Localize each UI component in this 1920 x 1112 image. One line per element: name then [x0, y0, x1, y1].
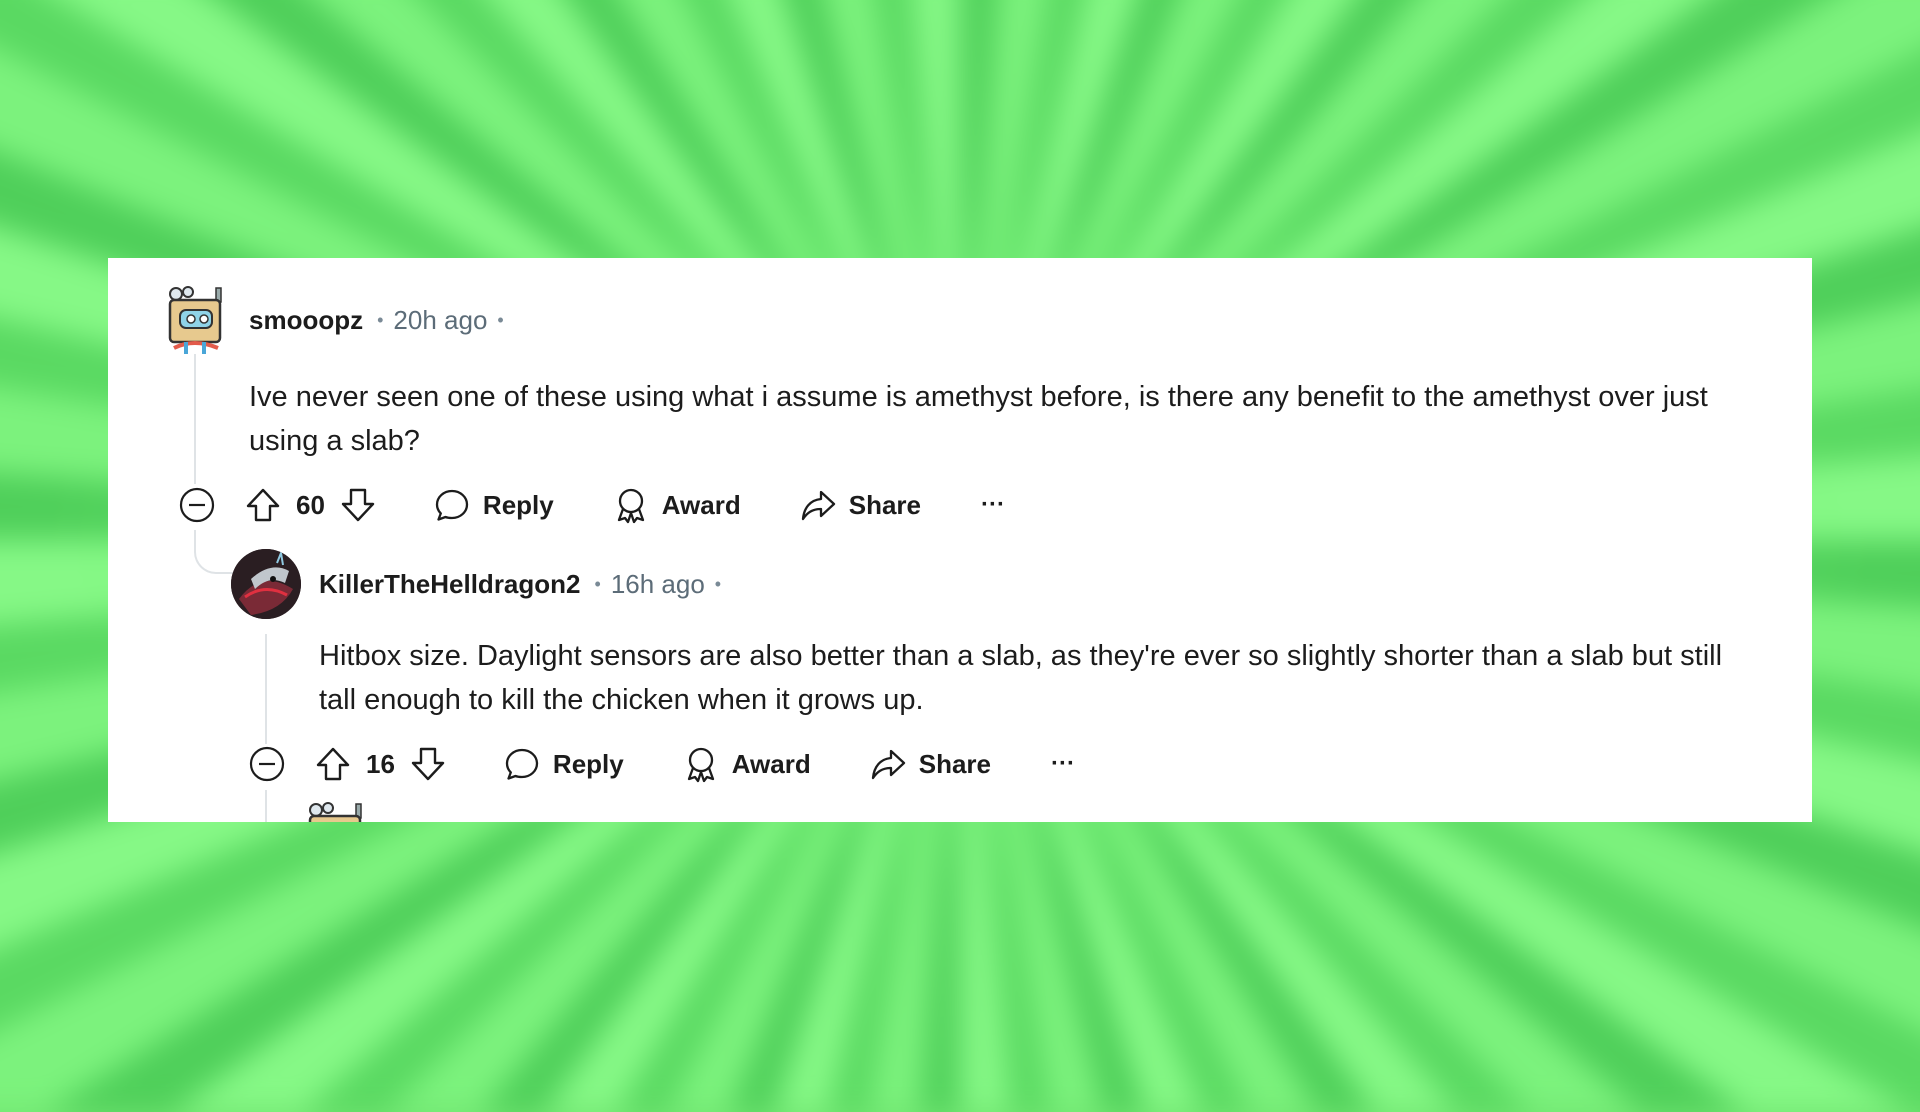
avatar[interactable] [304, 802, 366, 822]
thread-line-curve [194, 530, 236, 574]
reply-label: Reply [482, 489, 554, 520]
share-button[interactable]: Share [869, 745, 991, 783]
username[interactable]: smooopz [249, 305, 363, 336]
separator-dot: • [594, 573, 601, 594]
comment-meta: KillerTheHelldragon2 • 16h ago • [319, 564, 721, 604]
comment-actions: 16 Reply Award Share ··· [248, 742, 1075, 786]
avatar[interactable] [231, 549, 301, 619]
thread-line-reply [265, 634, 267, 744]
downvote-button[interactable] [339, 486, 377, 524]
thread-line-top [194, 354, 196, 484]
award-label: Award [661, 489, 741, 520]
collapse-thread-button[interactable] [178, 486, 216, 524]
timestamp[interactable]: 16h ago [611, 569, 705, 600]
avatar[interactable] [164, 286, 226, 356]
more-options-button[interactable]: ··· [1051, 750, 1075, 778]
downvote-button[interactable] [409, 745, 447, 783]
comment-bubble-icon [435, 489, 469, 521]
upvote-button[interactable] [244, 486, 282, 524]
reply-label: Reply [552, 748, 624, 779]
share-label: Share [918, 748, 991, 779]
username[interactable]: KillerTheHelldragon2 [319, 569, 581, 600]
comment-actions: 60 Reply Award Share ··· [178, 483, 1005, 527]
reply-button[interactable]: Reply [503, 745, 624, 783]
upvote-icon [246, 488, 280, 522]
award-button[interactable]: Award [612, 486, 741, 524]
comment-body: Ive never seen one of these using what i… [249, 381, 1708, 457]
award-label: Award [731, 748, 811, 779]
reply-button[interactable]: Reply [433, 486, 554, 524]
comment-bubble-icon [505, 748, 539, 780]
downvote-icon [411, 747, 445, 781]
share-arrow-icon [801, 490, 835, 521]
separator-dot: • [714, 573, 722, 594]
comment-body: Hitbox size. Daylight sensors are also b… [319, 640, 1723, 716]
upvote-button[interactable] [314, 745, 352, 783]
upvote-icon [316, 747, 350, 781]
downvote-icon [341, 488, 375, 522]
share-button[interactable]: Share [799, 486, 921, 524]
more-options-button[interactable]: ··· [981, 491, 1005, 519]
vote-score: 60 [296, 489, 325, 520]
comment-meta: smooopz • 20h ago • [249, 300, 504, 340]
share-arrow-icon [871, 749, 905, 780]
award-button[interactable]: Award [682, 745, 811, 783]
collapse-thread-button[interactable] [248, 745, 286, 783]
timestamp[interactable]: 20h ago [393, 305, 487, 336]
comment-thread-card: smooopz • 20h ago • Ive never seen one o… [108, 258, 1812, 822]
separator-dot: • [497, 309, 504, 330]
collapse-icon [179, 487, 215, 523]
thread-line-next [265, 790, 267, 822]
collapse-icon [249, 746, 285, 782]
share-label: Share [848, 489, 921, 520]
separator-dot: • [377, 309, 384, 330]
award-ribbon-icon [687, 747, 714, 783]
award-ribbon-icon [617, 488, 644, 524]
vote-score: 16 [366, 748, 395, 779]
